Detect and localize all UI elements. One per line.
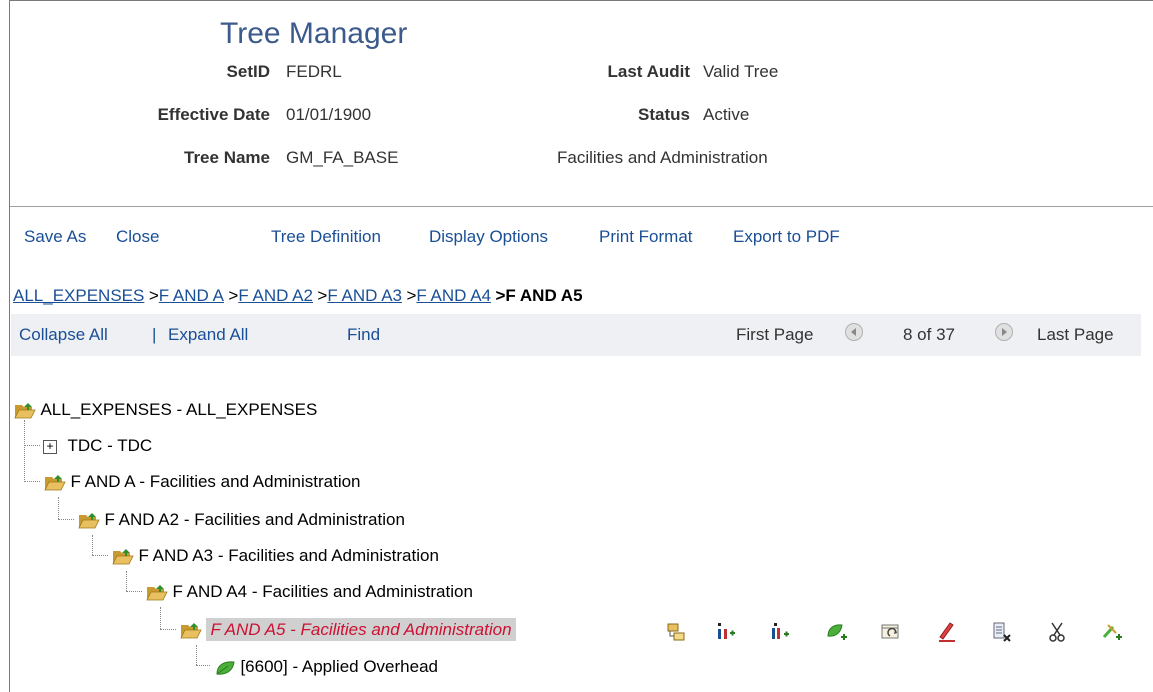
tree-name-label: Tree Name bbox=[184, 148, 270, 167]
tree-connector bbox=[196, 665, 210, 666]
setid-label: SetID bbox=[226, 62, 270, 81]
nav-divider: | bbox=[152, 325, 157, 344]
open-folder-icon bbox=[112, 548, 134, 565]
tree-connector bbox=[24, 420, 25, 482]
display-options-link[interactable]: Display Options bbox=[429, 227, 548, 247]
open-folder-icon bbox=[146, 584, 168, 601]
expand-node-icon[interactable]: + bbox=[43, 439, 57, 454]
tree-connector bbox=[126, 591, 142, 592]
tree-node-f-and-a[interactable]: F AND A - Facilities and Administration bbox=[44, 472, 361, 492]
tree-node-f-and-a3[interactable]: F AND A3 - Facilities and Administration bbox=[112, 546, 439, 566]
breadcrumb-link-f-and-a4[interactable]: F AND A4 bbox=[416, 286, 491, 305]
close-link[interactable]: Close bbox=[116, 227, 159, 247]
last-page-label: Last Page bbox=[1037, 325, 1114, 344]
insert-sibling-node-icon[interactable] bbox=[666, 621, 688, 643]
next-page-icon[interactable] bbox=[995, 323, 1013, 341]
tree-connector bbox=[126, 571, 127, 591]
tree-node-label: [6600] - Applied Overhead bbox=[240, 657, 438, 676]
tree-connector bbox=[24, 445, 40, 446]
effective-date-label: Effective Date bbox=[157, 105, 270, 124]
tree-connector bbox=[160, 629, 176, 630]
tree-connector bbox=[92, 555, 108, 556]
open-folder-icon bbox=[180, 622, 202, 639]
last-audit-value: Valid Tree bbox=[703, 62, 779, 81]
collapse-all-link[interactable]: Collapse All bbox=[19, 325, 108, 345]
tree-connector bbox=[24, 481, 40, 482]
breadcrumb-link-all-expenses[interactable]: ALL_EXPENSES bbox=[13, 286, 144, 305]
tree-node-tdc[interactable]: + TDC - TDC bbox=[43, 436, 152, 456]
page-info: 8 of 37 bbox=[903, 325, 955, 344]
tree-node-f-and-a2[interactable]: F AND A2 - Facilities and Administration bbox=[78, 510, 405, 530]
tree-connector bbox=[196, 645, 197, 665]
leaf-icon bbox=[216, 661, 235, 675]
page-title: Tree Manager bbox=[220, 17, 408, 50]
open-folder-icon bbox=[14, 402, 36, 419]
export-pdf-link[interactable]: Export to PDF bbox=[733, 227, 840, 247]
tree-definition-link[interactable]: Tree Definition bbox=[271, 227, 381, 247]
breadcrumb-separator: > bbox=[317, 286, 328, 305]
insert-child-detail-icon[interactable] bbox=[714, 621, 736, 643]
tree-node-f-and-a4[interactable]: F AND A4 - Facilities and Administration bbox=[146, 582, 473, 602]
tree-description: Facilities and Administration bbox=[557, 148, 768, 167]
header-divider bbox=[10, 206, 1153, 207]
paste-icon[interactable] bbox=[1101, 621, 1123, 643]
breadcrumb-link-f-and-a2[interactable]: F AND A2 bbox=[238, 286, 313, 305]
setid-value: FEDRL bbox=[286, 62, 342, 81]
open-folder-icon bbox=[44, 474, 66, 491]
tree-connector bbox=[92, 535, 93, 555]
breadcrumb-separator: > bbox=[148, 286, 159, 305]
first-page-label: First Page bbox=[736, 325, 814, 344]
tree-node-label: F AND A2 - Facilities and Administration bbox=[104, 510, 405, 529]
move-node-icon[interactable] bbox=[880, 621, 902, 643]
tree-leaf-6600[interactable]: [6600] - Applied Overhead bbox=[214, 657, 438, 677]
breadcrumb: ALL_EXPENSES >F AND A >F AND A2 >F AND A… bbox=[13, 286, 583, 306]
tree-name-value: GM_FA_BASE bbox=[286, 148, 399, 167]
expand-all-link[interactable]: Expand All bbox=[168, 325, 248, 345]
tree-node-label: F AND A4 - Facilities and Administration bbox=[172, 582, 473, 601]
breadcrumb-link-f-and-a3[interactable]: F AND A3 bbox=[327, 286, 402, 305]
tree-connector bbox=[58, 497, 59, 519]
previous-page-icon[interactable] bbox=[845, 323, 863, 341]
print-format-link[interactable]: Print Format bbox=[599, 227, 693, 247]
selected-node-label: F AND A5 - Facilities and Administration bbox=[206, 618, 516, 641]
edit-node-icon[interactable] bbox=[936, 621, 958, 643]
insert-sibling-detail-icon[interactable] bbox=[769, 621, 791, 643]
status-label: Status bbox=[638, 105, 690, 124]
breadcrumb-separator: > bbox=[406, 286, 417, 305]
open-folder-icon bbox=[78, 512, 100, 529]
insert-leaf-icon[interactable] bbox=[826, 621, 848, 643]
delete-node-icon[interactable] bbox=[991, 621, 1013, 643]
tree-node-f-and-a5-selected[interactable]: F AND A5 - Facilities and Administration bbox=[180, 618, 516, 641]
last-audit-label: Last Audit bbox=[607, 62, 690, 81]
tree-node-root[interactable]: ALL_EXPENSES - ALL_EXPENSES bbox=[14, 400, 317, 420]
effective-date-value: 01/01/1900 bbox=[286, 105, 372, 124]
tree-node-label: ALL_EXPENSES - ALL_EXPENSES bbox=[40, 400, 318, 419]
tree-connector bbox=[160, 607, 161, 629]
find-link[interactable]: Find bbox=[347, 325, 380, 345]
breadcrumb-separator: > bbox=[228, 286, 239, 305]
save-as-link[interactable]: Save As bbox=[24, 227, 86, 247]
tree-node-label: TDC - TDC bbox=[67, 436, 153, 455]
breadcrumb-current: >F AND A5 bbox=[495, 286, 583, 305]
breadcrumb-link-f-and-a[interactable]: F AND A bbox=[159, 286, 224, 305]
tree-node-label: F AND A3 - Facilities and Administration bbox=[138, 546, 439, 565]
tree-connector bbox=[58, 519, 74, 520]
cut-icon[interactable] bbox=[1046, 621, 1068, 643]
status-value: Active bbox=[703, 105, 750, 124]
tree-node-label: F AND A - Facilities and Administration bbox=[70, 472, 361, 491]
